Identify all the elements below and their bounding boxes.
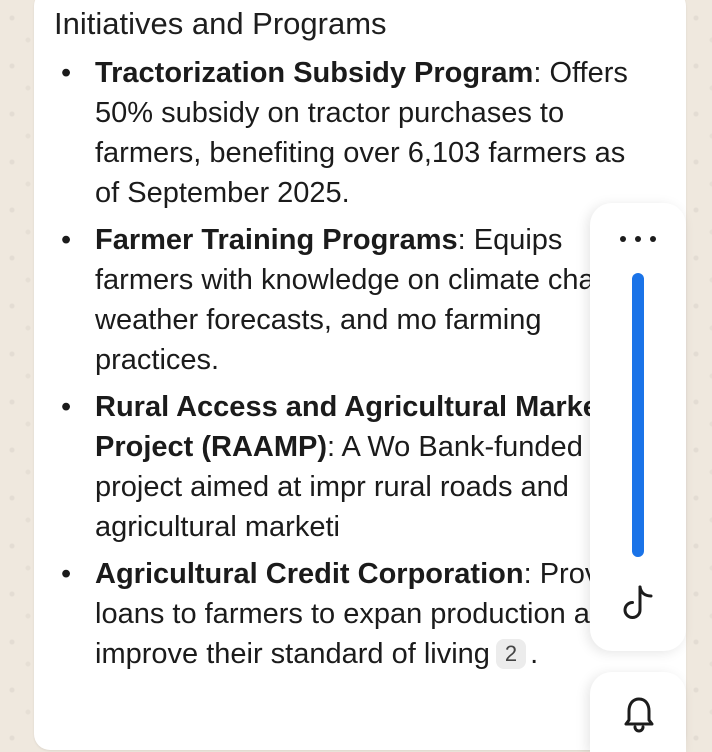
bullet-icon: • bbox=[61, 391, 72, 423]
item-title: Tractorization Subsidy Program bbox=[95, 57, 534, 89]
item-title: Farmer Training Programs bbox=[95, 224, 458, 256]
message-content: Initiatives and Programs • Tractorizatio… bbox=[54, 0, 654, 681]
tiktok-icon[interactable] bbox=[620, 583, 656, 623]
list-item: • Rural Access and Agricultural Marketin… bbox=[54, 387, 655, 547]
list-item: • Agricultural Credit Corporation: Provi… bbox=[54, 554, 655, 674]
list-item: • Farmer Training Programs: Equips farme… bbox=[54, 220, 655, 380]
more-options-icon[interactable] bbox=[620, 231, 656, 247]
bullet-icon: • bbox=[61, 57, 72, 89]
bullet-icon: • bbox=[61, 558, 72, 590]
notification-panel bbox=[590, 672, 686, 752]
scrollbar[interactable] bbox=[632, 273, 644, 557]
list-item: • Tractorization Subsidy Program: Offers… bbox=[54, 53, 655, 213]
section-heading: Initiatives and Programs bbox=[54, 6, 387, 41]
citation-badge[interactable]: 2 bbox=[495, 639, 527, 669]
initiatives-list: • Tractorization Subsidy Program: Offers… bbox=[54, 53, 654, 674]
side-toolbar bbox=[590, 203, 686, 651]
item-trailing: . bbox=[530, 638, 539, 670]
scroll-thumb[interactable] bbox=[632, 273, 644, 557]
item-title: Agricultural Credit Corporation bbox=[95, 558, 524, 590]
bullet-icon: • bbox=[61, 224, 72, 256]
bell-icon[interactable] bbox=[622, 694, 656, 734]
